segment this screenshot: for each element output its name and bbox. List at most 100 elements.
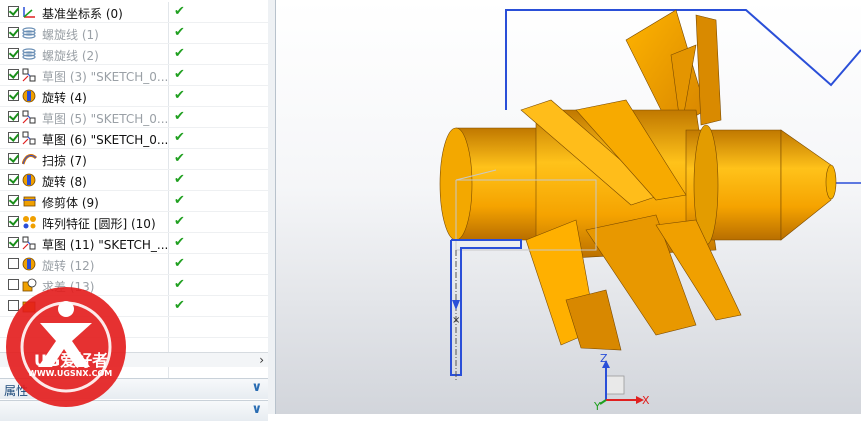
model-scene: ×	[439, 9, 861, 380]
x-axis-label: X	[642, 394, 650, 407]
feature-label: 修剪体 (9)	[42, 196, 99, 210]
visibility-checkbox[interactable]	[8, 195, 19, 206]
feature-label: 草图 (5) "SKETCH_0...	[42, 112, 169, 126]
feature-label: 旋转 (8)	[42, 175, 87, 189]
tip-face	[825, 164, 837, 200]
tree-row[interactable]: 旋转 (12) ✔	[0, 254, 268, 275]
visibility-checkbox[interactable]	[8, 6, 19, 17]
visibility-checkbox[interactable]	[8, 258, 19, 269]
column-divider	[168, 107, 169, 127]
tree-row[interactable]: 草图 (3) "SKETCH_0... ✔	[0, 65, 268, 86]
swept-icon	[21, 152, 38, 166]
tree-row[interactable]: 螺旋线 (2) ✔	[0, 44, 268, 65]
watermark-brand: UG爱好者	[34, 351, 109, 370]
graphics-viewport[interactable]: × Z Y X	[276, 0, 861, 414]
up-to-date-check-icon: ✔	[174, 256, 185, 271]
visibility-checkbox[interactable]	[8, 237, 19, 248]
pattern-feature-icon	[22, 215, 37, 229]
visibility-checkbox[interactable]	[8, 153, 19, 164]
up-to-date-check-icon: ✔	[174, 67, 185, 82]
axis-arrow-icon	[452, 300, 460, 310]
column-divider	[168, 86, 169, 106]
feature-label: 旋转 (4)	[42, 91, 87, 105]
column-divider	[168, 191, 169, 211]
blade	[565, 289, 622, 351]
feature-label: 基准坐标系 (0)	[42, 7, 123, 21]
tree-row[interactable]: 草图 (5) "SKETCH_0... ✔	[0, 107, 268, 128]
sketch-icon	[22, 110, 37, 124]
up-to-date-check-icon: ✔	[174, 193, 185, 208]
feature-label: 扫掠 (7)	[42, 154, 87, 168]
column-divider	[168, 128, 169, 148]
feature-label: 螺旋线 (1)	[42, 28, 99, 42]
y-axis-label: Y	[594, 400, 601, 413]
column-divider	[168, 23, 169, 43]
visibility-checkbox[interactable]	[8, 132, 19, 143]
tree-row[interactable]: 旋转 (8) ✔	[0, 170, 268, 191]
column-divider	[168, 233, 169, 253]
tree-row[interactable]: 基准坐标系 (0) ✔	[0, 2, 268, 23]
feature-label: 螺旋线 (2)	[42, 49, 99, 63]
helix-icon	[22, 47, 37, 61]
feature-label: 草图 (3) "SKETCH_0...	[42, 70, 169, 84]
vertical-scrollbar[interactable]	[268, 0, 275, 414]
z-axis-label: Z	[600, 352, 608, 365]
column-divider	[168, 296, 169, 316]
column-divider	[168, 317, 169, 337]
trim-body-icon	[22, 194, 37, 208]
up-to-date-check-icon: ✔	[174, 277, 185, 292]
revolve-icon	[22, 89, 37, 103]
column-divider	[168, 65, 169, 85]
visibility-checkbox[interactable]	[8, 48, 19, 59]
view-triad: Z Y X	[594, 352, 654, 413]
tree-row[interactable]: 草图 (6) "SKETCH_0... ✔	[0, 128, 268, 149]
revolve-icon	[22, 173, 37, 187]
sketch-curve	[450, 239, 522, 376]
tree-row[interactable]: 修剪体 (9) ✔	[0, 191, 268, 212]
visibility-checkbox[interactable]	[8, 69, 19, 80]
tree-row[interactable]: 螺旋线 (1) ✔	[0, 23, 268, 44]
column-divider	[168, 275, 169, 295]
sketch-icon	[22, 68, 37, 82]
up-to-date-check-icon: ✔	[174, 109, 185, 124]
scroll-right-arrow-icon[interactable]: ›	[259, 353, 264, 367]
watermark-url: WWW.UGSNX.COM	[28, 369, 113, 378]
feature-label: 阵列特征 [圆形] (10)	[42, 217, 156, 231]
tree-row[interactable]: 阵列特征 [圆形] (10) ✔	[0, 212, 268, 233]
chevron-down-icon[interactable]: ∨	[251, 402, 262, 417]
visibility-checkbox[interactable]	[8, 174, 19, 185]
up-to-date-check-icon: ✔	[174, 46, 185, 61]
up-to-date-check-icon: ✔	[174, 214, 185, 229]
helix-icon	[22, 26, 37, 40]
visibility-checkbox[interactable]	[8, 216, 19, 227]
visibility-checkbox[interactable]	[8, 27, 19, 38]
column-divider	[168, 254, 169, 274]
feature-label: 草图 (6) "SKETCH_0...	[42, 133, 169, 147]
column-divider	[168, 149, 169, 169]
up-to-date-check-icon: ✔	[174, 4, 185, 19]
visibility-checkbox[interactable]	[8, 90, 19, 101]
revolve-icon	[22, 257, 37, 271]
visibility-checkbox[interactable]	[8, 111, 19, 122]
chevron-down-icon[interactable]: ∨	[251, 380, 262, 395]
up-to-date-check-icon: ✔	[174, 151, 185, 166]
up-to-date-check-icon: ✔	[174, 298, 185, 313]
column-divider	[168, 2, 169, 22]
tree-row[interactable]: 扫掠 (7) ✔	[0, 149, 268, 170]
up-to-date-check-icon: ✔	[174, 172, 185, 187]
tree-row[interactable]: 草图 (11) "SKETCH_... ✔	[0, 233, 268, 254]
sketch-icon	[22, 131, 37, 145]
column-divider	[168, 212, 169, 232]
up-to-date-check-icon: ✔	[174, 88, 185, 103]
datum-csys-icon	[22, 5, 37, 19]
feature-label: 旋转 (12)	[42, 259, 95, 273]
column-divider	[168, 44, 169, 64]
column-divider	[168, 170, 169, 190]
tip-cone	[780, 129, 832, 241]
up-to-date-check-icon: ✔	[174, 25, 185, 40]
watermark-logo: UG爱好者 WWW.UGSNX.COM	[0, 283, 140, 414]
sketch-icon	[22, 236, 37, 250]
up-to-date-check-icon: ✔	[174, 235, 185, 250]
tree-row[interactable]: 旋转 (4) ✔	[0, 86, 268, 107]
feature-label: 草图 (11) "SKETCH_...	[42, 238, 169, 252]
